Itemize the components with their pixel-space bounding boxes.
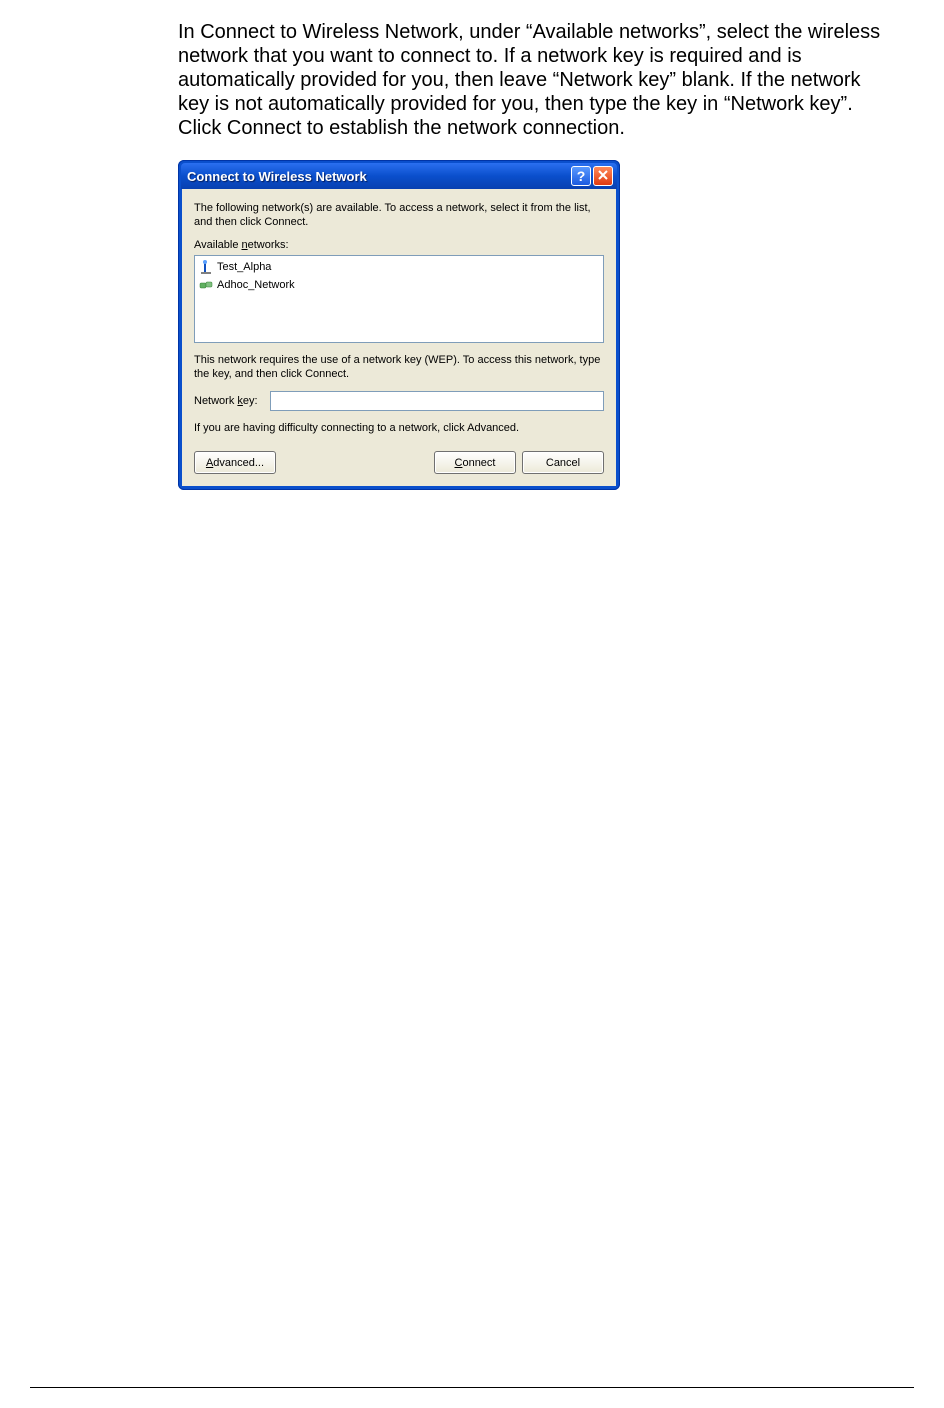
dialog-body: The following network(s) are available. … bbox=[181, 189, 617, 487]
close-button[interactable] bbox=[593, 166, 613, 186]
button-label-rest: dvanced... bbox=[213, 457, 264, 469]
titlebar-button-group: ? bbox=[571, 166, 613, 186]
button-label-rest: onnect bbox=[462, 457, 495, 469]
cancel-button[interactable]: Cancel bbox=[522, 451, 604, 474]
dialog-title: Connect to Wireless Network bbox=[187, 169, 571, 184]
difficulty-text: If you are having difficulty connecting … bbox=[194, 421, 604, 435]
connect-button[interactable]: Connect bbox=[434, 451, 516, 474]
dialog-titlebar[interactable]: Connect to Wireless Network ? bbox=[181, 163, 617, 189]
network-name: Test_Alpha bbox=[217, 261, 271, 273]
available-networks-listbox[interactable]: Test_Alpha Adhoc_Network bbox=[194, 255, 604, 343]
connect-wireless-dialog: Connect to Wireless Network ? The follow… bbox=[178, 160, 620, 490]
wep-requirement-text: This network requires the use of a netwo… bbox=[194, 353, 604, 381]
advanced-button[interactable]: Advanced... bbox=[194, 451, 276, 474]
network-key-input[interactable] bbox=[270, 391, 604, 411]
dialog-intro-text: The following network(s) are available. … bbox=[194, 201, 604, 229]
network-list-item[interactable]: Adhoc_Network bbox=[199, 276, 599, 294]
help-icon: ? bbox=[577, 168, 586, 184]
network-list-item[interactable]: Test_Alpha bbox=[199, 258, 599, 276]
dialog-button-row: Advanced... Connect Cancel bbox=[194, 451, 604, 474]
infrastructure-network-icon bbox=[199, 260, 213, 274]
right-button-group: Connect Cancel bbox=[434, 451, 604, 474]
label-part: etworks: bbox=[248, 239, 289, 251]
network-name: Adhoc_Network bbox=[217, 279, 295, 291]
close-icon bbox=[598, 167, 608, 185]
network-key-row: Network key: bbox=[194, 391, 604, 411]
available-networks-label: Available networks: bbox=[194, 239, 604, 251]
help-button[interactable]: ? bbox=[571, 166, 591, 186]
network-key-label: Network key: bbox=[194, 395, 258, 407]
instruction-paragraph: In Connect to Wireless Network, under “A… bbox=[178, 20, 888, 140]
label-part: Network bbox=[194, 395, 237, 407]
label-part: ey: bbox=[243, 395, 258, 407]
adhoc-network-icon bbox=[199, 278, 213, 292]
page-footer-rule bbox=[30, 1387, 914, 1388]
label-part: Available bbox=[194, 239, 242, 251]
